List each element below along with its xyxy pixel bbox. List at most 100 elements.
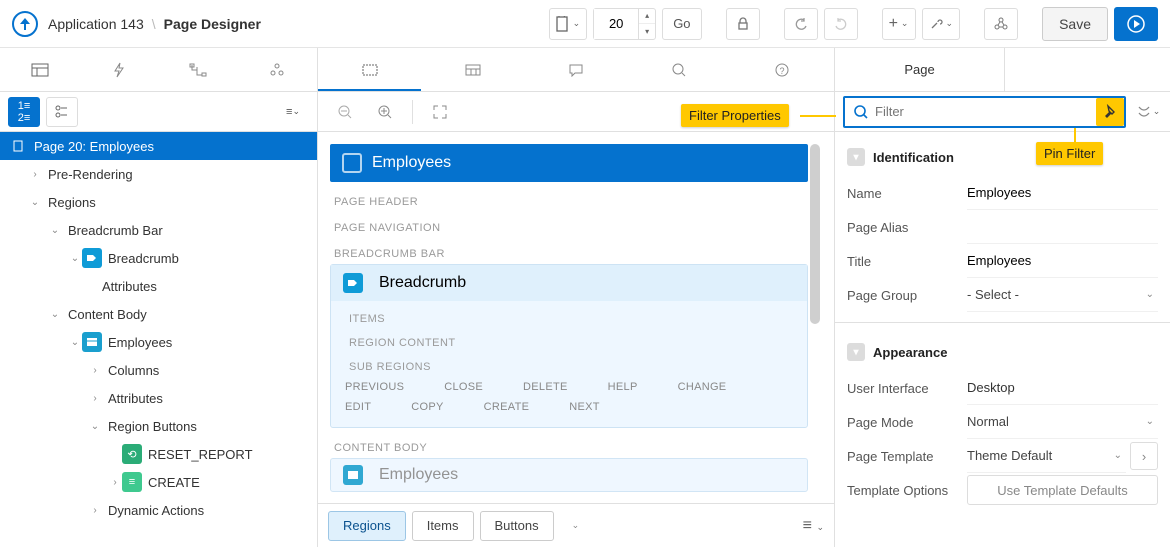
page-number-input[interactable] — [594, 9, 638, 39]
breadcrumb-region[interactable]: Breadcrumb ITEMS REGION CONTENT SUB REGI… — [330, 264, 808, 428]
zoom-out-button[interactable] — [328, 96, 362, 128]
filter-properties-input[interactable] — [875, 104, 1096, 119]
tree-breadcrumb-bar[interactable]: ⌄Breadcrumb Bar — [0, 216, 317, 244]
tree-page-root[interactable]: Page 20: Employees — [0, 132, 317, 160]
page-number-up[interactable]: ▴ — [639, 9, 655, 24]
group-identification[interactable]: ▾ Identification — [847, 138, 1158, 176]
redo-button[interactable] — [824, 8, 858, 40]
tree-create-btn[interactable]: ›≡CREATE — [0, 468, 317, 496]
tree-bc-attributes[interactable]: Attributes — [0, 272, 317, 300]
callout-filter-properties: Filter Properties — [681, 104, 789, 127]
expand-button[interactable] — [423, 96, 457, 128]
breadcrumb-separator: \ — [152, 16, 156, 32]
section-content-body: CONTENT BODY — [334, 442, 808, 454]
chevron-down-icon[interactable]: ⌄ — [1146, 416, 1154, 427]
right-panel: Page ⌄ ▾ Identification Name Page Ali — [835, 48, 1170, 547]
tree-reset-report[interactable]: ⟲RESET_REPORT — [0, 440, 317, 468]
lock-icon[interactable] — [726, 8, 760, 40]
sort-by-processing-button[interactable]: 1≡2≡ — [8, 97, 40, 127]
chevron-down-icon[interactable]: ⌄ — [1146, 289, 1154, 300]
collapse-icon[interactable]: ▾ — [847, 148, 865, 166]
tree-region-buttons[interactable]: ⌄Region Buttons — [0, 412, 317, 440]
gallery-tab-regions[interactable]: Regions — [328, 511, 406, 541]
field-page-group[interactable]: - Select - — [967, 287, 1019, 302]
layout-page-bar[interactable]: Employees — [330, 144, 808, 182]
field-name[interactable] — [967, 185, 1154, 200]
template-options-button[interactable]: Use Template Defaults — [967, 475, 1158, 505]
component-tree[interactable]: Page 20: Employees ›Pre-Rendering ⌄Regio… — [0, 132, 317, 547]
pin-filter-button[interactable] — [1096, 98, 1124, 126]
sort-by-component-button[interactable] — [46, 97, 78, 127]
tree-dynamic-actions[interactable]: ›Dynamic Actions — [0, 496, 317, 524]
section-page-header: PAGE HEADER — [334, 196, 808, 208]
scrollbar[interactable] — [810, 144, 820, 324]
undo-button[interactable] — [784, 8, 818, 40]
bc-region-title: Breadcrumb — [379, 274, 466, 292]
tree-breadcrumb[interactable]: ⌄Breadcrumb — [0, 244, 317, 272]
rendering-tab[interactable] — [0, 48, 79, 91]
tree-pre-rendering[interactable]: ›Pre-Rendering — [0, 160, 317, 188]
property-tab-page[interactable]: Page — [835, 48, 1005, 91]
tree-columns[interactable]: ›Columns — [0, 356, 317, 384]
messages-tab[interactable] — [524, 48, 627, 91]
label-title: Title — [847, 254, 967, 269]
tree-employees[interactable]: ⌄Employees — [0, 328, 317, 356]
section-page-navigation: PAGE NAVIGATION — [334, 222, 808, 234]
go-to-group-menu[interactable]: ⌄ — [1134, 98, 1162, 126]
label-page-alias: Page Alias — [847, 220, 967, 235]
section-breadcrumb-bar: BREADCRUMB BAR — [334, 248, 808, 260]
up-icon[interactable] — [12, 11, 38, 37]
left-panel: 1≡2≡ ≡ ⌄ Page 20: Employees ›Pre-Renderi… — [0, 48, 318, 547]
slot-region-content: REGION CONTENT — [349, 337, 793, 349]
breadcrumb-app[interactable]: Application 143 — [48, 16, 144, 32]
region-icon — [82, 332, 102, 352]
utilities-menu-button[interactable]: ⌄ — [922, 8, 961, 40]
template-go-button[interactable]: › — [1130, 442, 1158, 470]
gallery-tabs: Regions Items Buttons ⌄ ≡ ⌄ — [318, 503, 834, 547]
label-user-interface: User Interface — [847, 381, 967, 396]
label-template-options: Template Options — [847, 483, 967, 498]
expand-collapse-menu[interactable]: ≡ ⌄ — [277, 97, 309, 127]
help-tab[interactable]: ? — [731, 48, 834, 91]
breadcrumb-icon — [343, 273, 363, 293]
search-tab[interactable] — [628, 48, 731, 91]
chevron-down-icon[interactable]: ⌄ — [1114, 450, 1122, 461]
region-icon — [343, 465, 363, 485]
shared-components-icon[interactable] — [984, 8, 1018, 40]
breadcrumb: Application 143 \ Page Designer — [48, 16, 261, 32]
breadcrumb-page: Page Designer — [164, 16, 261, 32]
breadcrumb-icon — [82, 248, 102, 268]
field-title[interactable] — [967, 253, 1154, 268]
shared-tab[interactable] — [238, 48, 317, 91]
page-number-down[interactable]: ▾ — [639, 24, 655, 39]
create-menu-button[interactable]: +⌄ — [882, 8, 916, 40]
filter-properties-box — [843, 96, 1126, 128]
gallery-tab-items[interactable]: Items — [412, 511, 474, 541]
field-page-template[interactable]: Theme Default — [967, 448, 1052, 463]
layout-page-title: Employees — [372, 154, 451, 172]
slot-items: ITEMS — [349, 313, 793, 325]
layout-canvas[interactable]: Employees PAGE HEADER PAGE NAVIGATION BR… — [318, 132, 834, 503]
dynamic-actions-tab[interactable] — [79, 48, 158, 91]
component-view-tab[interactable] — [421, 48, 524, 91]
gallery-menu-arrow[interactable]: ⌄ — [572, 520, 580, 531]
zoom-in-button[interactable] — [368, 96, 402, 128]
button-icon: ≡ — [122, 472, 142, 492]
gallery-expand-menu[interactable]: ≡ ⌄ — [803, 517, 824, 535]
group-appearance[interactable]: ▾ Appearance — [847, 333, 1158, 371]
field-page-alias[interactable] — [967, 219, 1154, 234]
run-button[interactable] — [1114, 7, 1158, 41]
callout-pin-filter: Pin Filter — [1036, 142, 1103, 165]
page-selector-button[interactable]: ⌄ — [549, 8, 588, 40]
layout-tab[interactable] — [318, 48, 421, 91]
go-button[interactable]: Go — [662, 8, 701, 40]
collapse-icon[interactable]: ▾ — [847, 343, 865, 361]
tree-regions[interactable]: ⌄Regions — [0, 188, 317, 216]
field-page-mode[interactable]: Normal — [967, 414, 1009, 429]
save-button[interactable]: Save — [1042, 7, 1108, 41]
gallery-tab-buttons[interactable]: Buttons — [480, 511, 554, 541]
employees-region[interactable]: Employees — [330, 458, 808, 492]
tree-content-body[interactable]: ⌄Content Body — [0, 300, 317, 328]
tree-emp-attributes[interactable]: ›Attributes — [0, 384, 317, 412]
processing-tab[interactable] — [159, 48, 238, 91]
